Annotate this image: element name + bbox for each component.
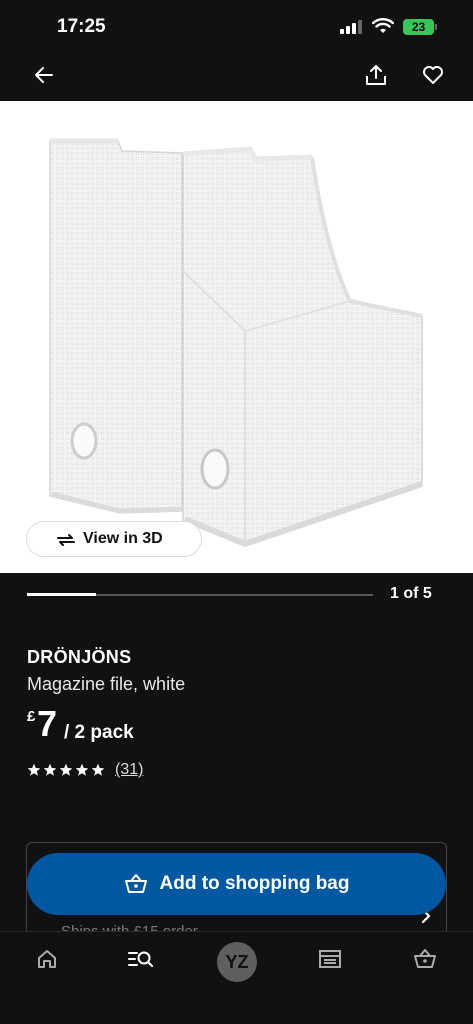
- gallery-indicator: 1 of 5: [0, 573, 473, 623]
- signal-icon: [340, 20, 366, 34]
- star-icon: [75, 763, 89, 776]
- wifi-icon: [372, 18, 394, 33]
- review-count-link[interactable]: (31): [115, 761, 143, 779]
- battery-cap: [435, 24, 437, 30]
- tab-stores[interactable]: [310, 948, 350, 978]
- product-description: Magazine file, white: [27, 674, 186, 694]
- search-list-icon: [128, 951, 154, 968]
- battery-icon: 23: [403, 19, 434, 35]
- battery-level: 23: [411, 20, 426, 34]
- star-icon: [27, 763, 41, 776]
- add-to-bag-button[interactable]: Add to shopping bag: [27, 853, 446, 915]
- bottom-tab-bar: YZ: [0, 931, 473, 1024]
- view-in-3d-label: View in 3D: [83, 530, 163, 547]
- rating-stars: [27, 763, 105, 777]
- rating[interactable]: (31): [27, 759, 143, 781]
- store-icon: [319, 950, 341, 968]
- avatar[interactable]: YZ: [217, 942, 257, 982]
- status-bar: 17:25 23: [0, 0, 473, 50]
- arrow-left-icon[interactable]: [32, 63, 56, 87]
- gallery-progress-track: [27, 593, 373, 596]
- star-icon: [59, 763, 73, 776]
- add-to-bag-label: Add to shopping bag: [159, 873, 350, 894]
- share-icon[interactable]: [364, 63, 388, 87]
- tab-search[interactable]: [121, 948, 161, 978]
- gallery-progress-fill: [27, 593, 97, 596]
- status-time: 17:25: [57, 16, 106, 37]
- top-nav: [0, 50, 473, 101]
- view-in-3d-button[interactable]: View in 3D: [26, 521, 202, 557]
- star-icon: [43, 763, 57, 776]
- basket-icon: [124, 874, 147, 893]
- price-unit: / 2 pack: [64, 722, 134, 743]
- price-currency: £: [27, 708, 36, 725]
- gallery-counter: 1 of 5: [390, 585, 432, 602]
- basket-icon: [414, 949, 436, 968]
- tab-home[interactable]: [27, 948, 67, 978]
- rotate-3d-icon: [57, 534, 75, 546]
- heart-icon[interactable]: [421, 63, 445, 87]
- tab-basket[interactable]: [405, 948, 445, 978]
- product-image[interactable]: View in 3D: [0, 101, 473, 573]
- magazine-file-illustration: [49, 138, 423, 548]
- home-icon: [38, 950, 56, 968]
- star-icon: [91, 763, 105, 776]
- price-value: 7: [37, 703, 58, 744]
- product-name: DRÖNJÖNS: [27, 647, 132, 667]
